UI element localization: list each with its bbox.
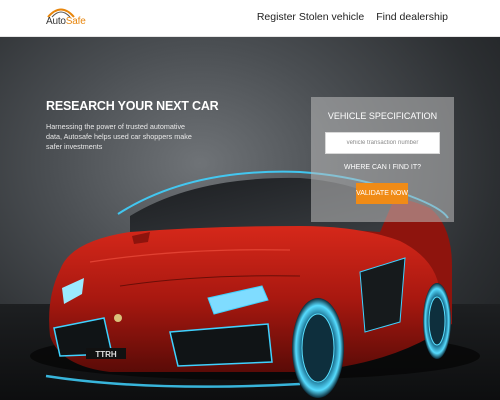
logo-text-auto: Auto [46, 16, 66, 27]
nav-register-stolen-vehicle[interactable]: Register Stolen vehicle [257, 11, 364, 23]
logo-text: AutoSafe [46, 16, 86, 27]
vehicle-spec-panel: VEHICLE SPECIFICATION WHERE CAN I FIND I… [311, 97, 454, 222]
page: AutoSafe Register Stolen vehicle Find de… [0, 0, 500, 400]
hero-title: RESEARCH YOUR NEXT CAR [46, 99, 219, 113]
validate-now-button[interactable]: VALIDATE NOW [356, 183, 408, 204]
autosafe-logo[interactable]: AutoSafe [44, 4, 86, 30]
hero-description: Harnessing the power of trusted automati… [46, 122, 192, 151]
nav-find-dealership[interactable]: Find dealership [376, 11, 448, 23]
top-header: AutoSafe Register Stolen vehicle Find de… [0, 0, 500, 37]
spec-panel-title: VEHICLE SPECIFICATION [327, 111, 438, 121]
main-nav: Register Stolen vehicle Find dealership [257, 11, 448, 23]
hero-section: TTRH RESEARCH YOUR NEXT CAR Harnessing t… [0, 36, 500, 400]
vehicle-transaction-number-input[interactable] [325, 132, 440, 154]
logo-text-safe: Safe [65, 16, 86, 27]
where-can-i-find-it-link[interactable]: WHERE CAN I FIND IT? [311, 164, 454, 171]
license-plate-text: TTRH [95, 350, 117, 359]
